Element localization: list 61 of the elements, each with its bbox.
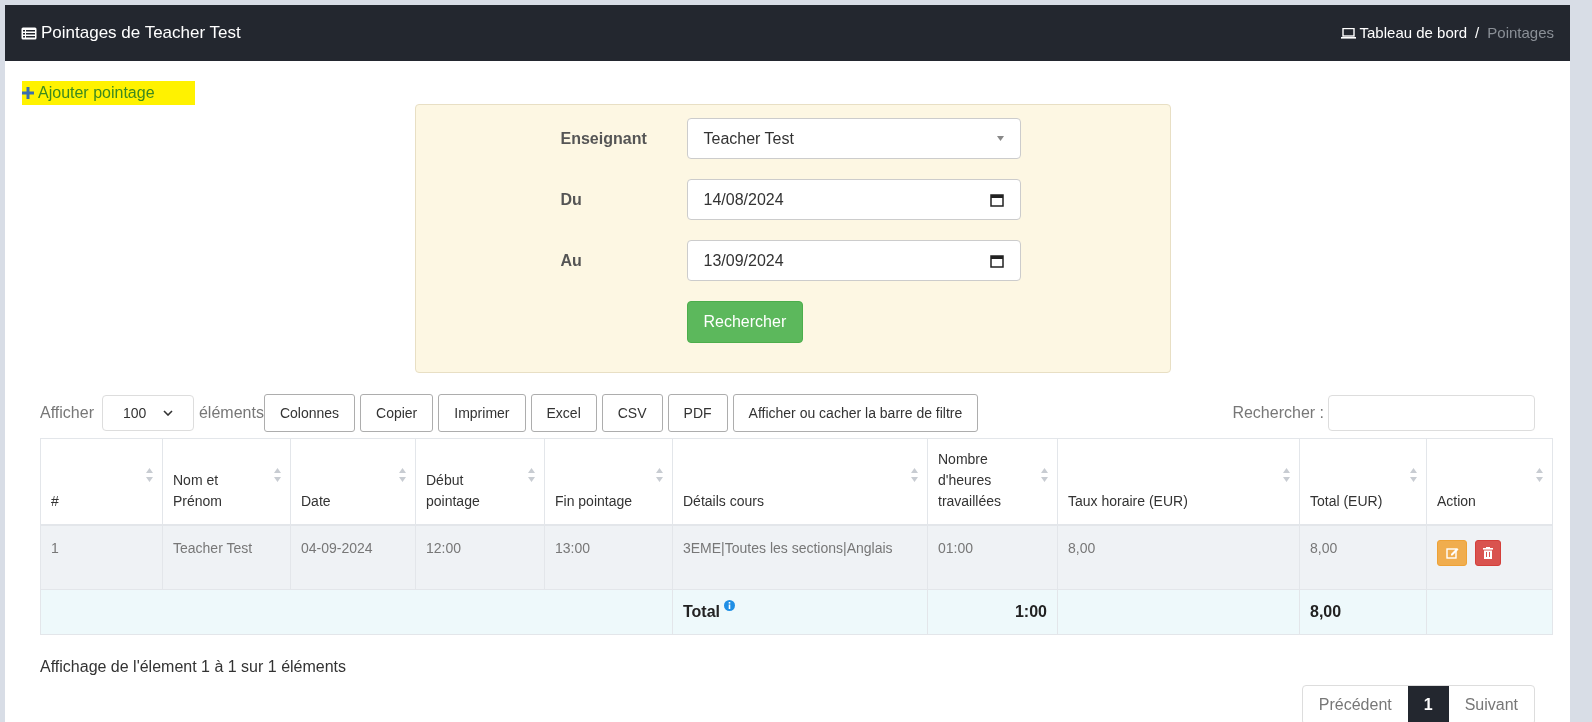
list-icon [21,26,37,40]
table-cell: Teacher Test [162,525,291,589]
sort-icon [1040,467,1049,483]
export-button[interactable]: PDF [667,394,728,432]
sort-icon [655,467,664,483]
table-cell: 12:00 [415,525,545,589]
field-label: Au [560,250,583,271]
edit-icon [1445,547,1459,559]
export-button[interactable]: Afficher ou cacher la barre de filtre [732,394,979,432]
search-label: Rechercher : [1232,403,1324,423]
sort-icon [273,467,282,483]
caret-icon [996,136,1004,141]
add-timesheet-link[interactable]: Ajouter pointage [22,81,195,105]
table-cell: 04-09-2024 [290,525,416,589]
sort-icon [910,467,919,483]
show-label: Afficher [40,403,94,423]
date-field[interactable]: 13/09/2024 [686,240,1021,281]
table-cell: 8,00 [1299,525,1427,589]
sort-icon [527,467,536,483]
edit-button[interactable] [1437,540,1467,566]
sort-icon [1282,467,1291,483]
total-amount: 8,00 [1299,589,1427,634]
previous-button[interactable]: Précédent [1302,685,1408,722]
breadcrumb-separator: / [1475,22,1480,43]
sort-icon [145,467,154,483]
laptop-icon [1340,27,1356,39]
table-info: Affichage de l'élement 1 à 1 sur 1 éléments [40,656,348,677]
page-size-select[interactable]: 100 [101,395,194,431]
sort-icon [1535,467,1544,483]
chevron-icon [162,410,173,416]
export-button[interactable]: Colonnes [263,394,356,432]
breadcrumb-link[interactable]: Tableau de bord [1340,21,1468,45]
delete-button[interactable] [1475,540,1501,566]
calendar-icon [989,192,1004,207]
sort-icon [398,467,407,483]
table-cell: 01:00 [927,525,1058,589]
export-button[interactable]: Imprimer [438,394,526,432]
table-cell: 3EME|Toutes les sections|Anglais [672,525,928,589]
show-suffix: éléments [198,403,264,423]
table-cell: 1 [40,525,163,589]
table-cell: 8,00 [1057,525,1300,589]
page-title: Pointages de Teacher Test [41,22,241,45]
calendar-icon [989,253,1004,268]
info-icon [724,599,736,611]
field-label: Du [560,189,583,210]
next-button[interactable]: Suivant [1448,685,1534,722]
search-field[interactable] [1328,395,1535,431]
breadcrumb-current: Pointages [1487,22,1554,43]
date-field[interactable]: 14/08/2024 [686,179,1021,220]
sort-icon [1409,467,1418,483]
export-button[interactable]: Copier [360,394,434,432]
page-button[interactable]: 1 [1407,685,1449,722]
table-cell: 13:00 [544,525,673,589]
export-button[interactable]: CSV [601,394,663,432]
total-label: Total [683,601,721,622]
trash-icon [1483,547,1493,559]
teacher-select[interactable]: Teacher Test [686,118,1021,159]
field-label: Enseignant [560,128,648,149]
plus-icon [22,87,34,99]
export-button[interactable]: Excel [530,394,597,432]
total-hours: 1:00 [927,589,1058,634]
